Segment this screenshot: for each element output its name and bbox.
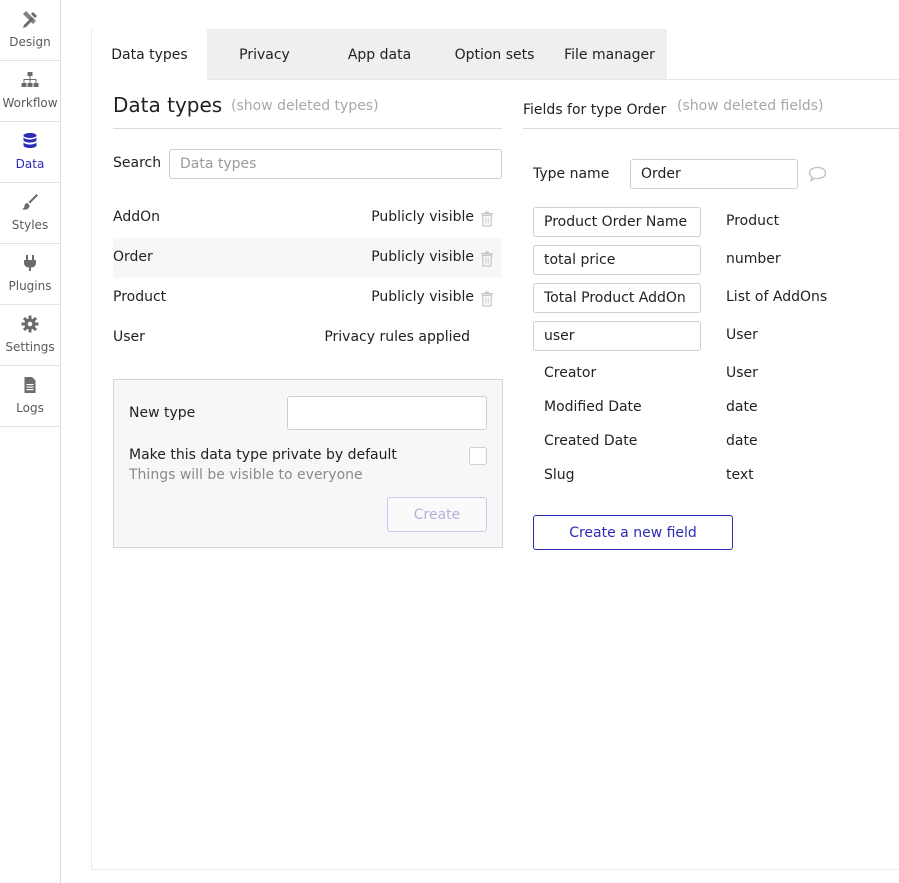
field-type: date (726, 433, 758, 449)
search-input[interactable]: Data types (169, 149, 502, 179)
trash-icon[interactable] (480, 291, 494, 307)
tab-privacy[interactable]: Privacy (207, 29, 322, 80)
list-item[interactable]: Product Publicly visible (113, 278, 502, 318)
tab-bar: Data types Privacy App data Option sets … (92, 29, 667, 81)
sidebar-item-design[interactable]: Design (0, 0, 60, 61)
list-item[interactable]: User Privacy rules applied (113, 318, 502, 358)
type-name: User (113, 329, 145, 345)
field-type: List of AddOns (726, 289, 828, 305)
sidebar-item-label: Data (15, 157, 45, 171)
builtin-field-name: Slug (544, 467, 575, 483)
visibility-status: Publicly visible (371, 209, 474, 225)
field-name-input[interactable]: Total Product AddOn (533, 283, 701, 313)
sidebar-item-label: Design (9, 35, 51, 49)
sidebar-item-label: Workflow (2, 96, 58, 110)
sidebar-item-label: Logs (16, 401, 44, 415)
sidebar-item-label: Settings (5, 340, 55, 354)
create-new-field-button[interactable]: Create a new field (533, 515, 733, 550)
divider (113, 128, 502, 129)
show-deleted-types-link[interactable]: (show deleted types) (231, 98, 379, 114)
trash-icon[interactable] (480, 251, 494, 267)
sidebar-item-label: Plugins (8, 279, 52, 293)
plug-icon (24, 255, 36, 271)
type-name: Order (113, 249, 153, 265)
list-item-selected[interactable]: Order Publicly visible (113, 238, 502, 278)
tab-option-sets[interactable]: Option sets (437, 29, 552, 80)
trash-icon[interactable] (480, 211, 494, 227)
gear-icon (21, 315, 39, 333)
sidebar-item-workflow[interactable]: Workflow (0, 61, 60, 122)
search-label: Search (113, 155, 162, 171)
visibility-status: Publicly visible (371, 289, 474, 305)
private-hint: Things will be visible to everyone (129, 467, 363, 483)
show-deleted-fields-link[interactable]: (show deleted fields) (677, 98, 824, 114)
type-name-input[interactable]: Order (630, 159, 798, 189)
sidebar-item-data[interactable]: Data (0, 122, 60, 183)
field-name-input[interactable]: user (533, 321, 701, 351)
divider (523, 128, 899, 129)
visibility-status: Publicly visible (371, 249, 474, 265)
builtin-field-name: Created Date (544, 433, 638, 449)
private-by-default-label: Make this data type private by default (129, 447, 397, 463)
field-name-input[interactable]: Product Order Name (533, 207, 701, 237)
database-icon (23, 133, 37, 148)
visibility-status: Privacy rules applied (324, 329, 470, 345)
field-type: Product (726, 213, 780, 229)
type-name-label: Type name (533, 166, 610, 182)
create-button[interactable]: Create (387, 497, 487, 532)
list-item[interactable]: AddOn Publicly visible (113, 198, 502, 238)
workflow-icon (21, 72, 39, 87)
new-type-label: New type (129, 405, 196, 421)
sidebar-item-label: Styles (11, 218, 49, 232)
design-icon (23, 11, 37, 28)
tab-app-data[interactable]: App data (322, 29, 437, 80)
private-by-default-checkbox[interactable] (469, 447, 487, 465)
sidebar-item-logs[interactable]: Logs (0, 366, 60, 427)
sidebar-item-styles[interactable]: Styles (0, 183, 60, 244)
tab-bar-divider (667, 79, 899, 80)
field-type: date (726, 399, 758, 415)
type-name: Product (113, 289, 167, 305)
tab-file-manager[interactable]: File manager (552, 29, 667, 80)
new-type-form: New type Make this data type private by … (113, 379, 503, 548)
brush-icon (22, 194, 38, 210)
comment-icon[interactable] (808, 166, 827, 182)
sidebar-item-plugins[interactable]: Plugins (0, 244, 60, 305)
builtin-field-name: Creator (544, 365, 597, 381)
builtin-field-name: Modified Date (544, 399, 642, 415)
type-name: AddOn (113, 209, 160, 225)
field-type: text (726, 467, 754, 483)
field-name-input[interactable]: total price (533, 245, 701, 275)
data-panel: Data types Privacy App data Option sets … (91, 29, 899, 870)
field-type: User (726, 365, 758, 381)
fields-title: Fields for type Order (523, 102, 667, 118)
sidebar-item-settings[interactable]: Settings (0, 305, 60, 366)
document-icon (24, 377, 36, 393)
field-type: User (726, 327, 758, 343)
field-type: number (726, 251, 781, 267)
page-title: Data types (113, 93, 223, 117)
new-type-input[interactable] (287, 396, 487, 430)
left-sidebar: Design Workflow Data Styles Plugins Sett… (0, 0, 61, 883)
tab-data-types[interactable]: Data types (92, 29, 207, 81)
